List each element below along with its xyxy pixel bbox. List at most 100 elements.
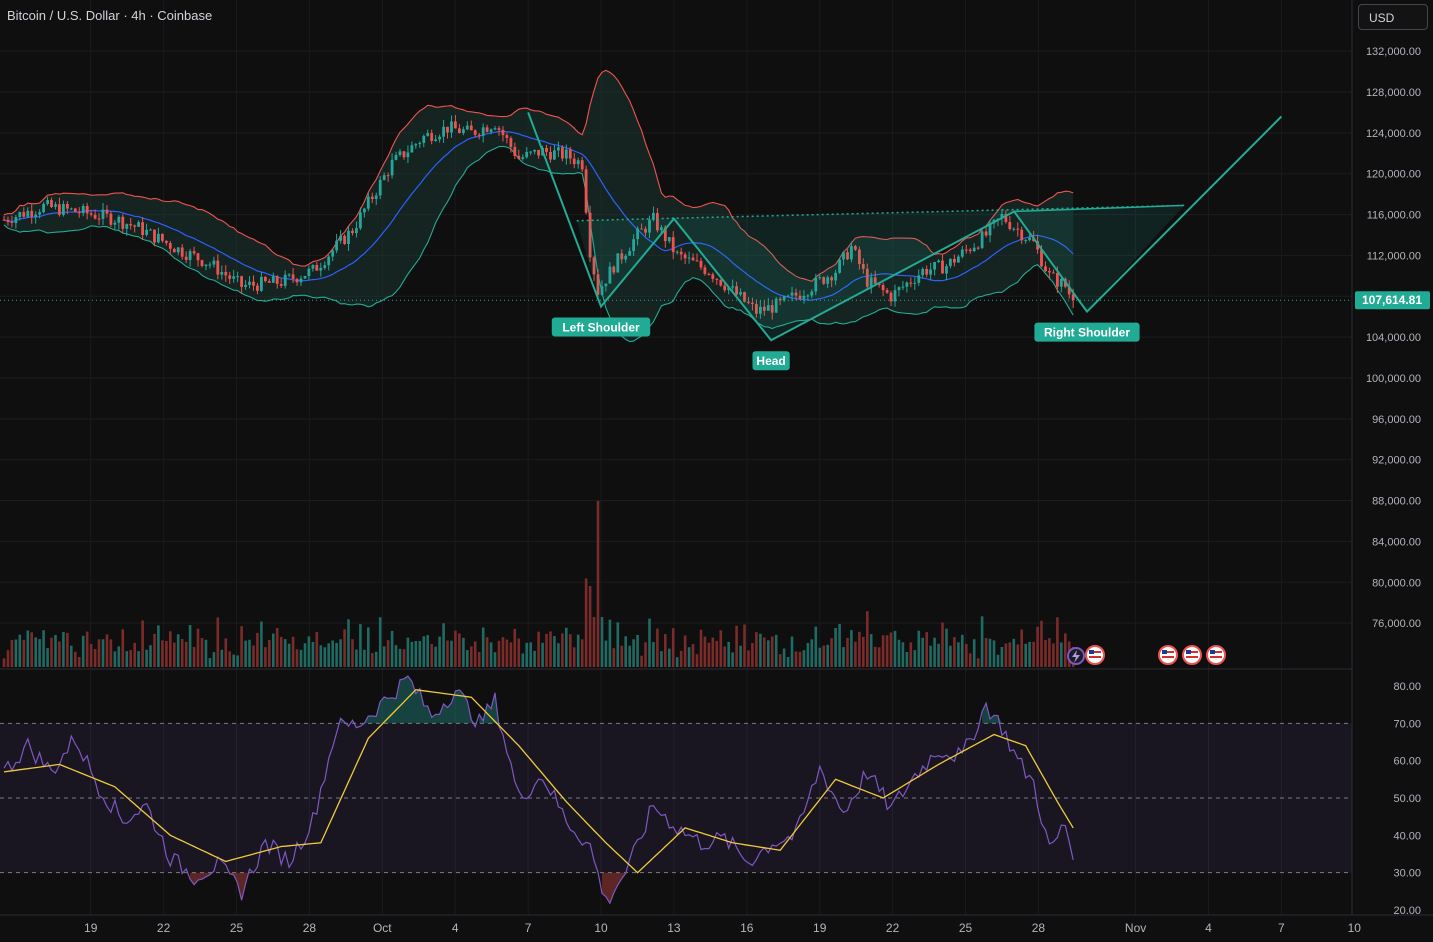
volume-bar [1020, 629, 1023, 667]
candle-body [984, 231, 988, 236]
volume-bar [790, 636, 794, 667]
candle-body [493, 128, 497, 130]
candle-body [93, 214, 97, 219]
candle-body [703, 267, 707, 274]
candle-body [366, 196, 370, 209]
volume-bar [454, 630, 457, 667]
candle-body [58, 204, 61, 215]
volume-bar [862, 637, 865, 667]
candle-body [299, 278, 303, 283]
volume-bar [656, 628, 659, 667]
us-flag-event-icon[interactable] [1085, 645, 1105, 665]
event-markers[interactable] [1067, 645, 1226, 665]
candle-body [137, 222, 140, 227]
volume-bar [77, 657, 81, 667]
candle-body [176, 247, 180, 253]
volume-bar [252, 645, 255, 667]
volume-bar [735, 625, 738, 667]
candle-body [893, 290, 897, 302]
volume-bar [1052, 643, 1055, 667]
volume-bar [22, 639, 26, 667]
volume-bar [854, 641, 857, 667]
volume-bar [180, 639, 184, 667]
volume-bar [830, 638, 833, 667]
candle-body [553, 150, 556, 160]
volume-bar [26, 630, 30, 667]
volume-bar [462, 637, 465, 667]
volume-bar [34, 637, 37, 667]
us-flag-event-icon[interactable] [1206, 645, 1226, 665]
candle-body [386, 175, 390, 177]
volume-bar [272, 633, 275, 667]
volume-bar [248, 639, 251, 667]
volume-bar [873, 646, 877, 667]
volume-bar [580, 639, 584, 667]
candle-body [370, 196, 374, 199]
flag-canton [1162, 650, 1167, 654]
volume-bar [414, 641, 418, 667]
right-shoulder-label: Right Shoulder [1044, 326, 1130, 340]
candle-body [454, 121, 457, 129]
time-axis[interactable]: 19 22 25 28 Oct 4 7 10 13 16 19 22 25 28 Nov 4 7 10 [0, 914, 1433, 935]
us-flag-event-icon[interactable] [1158, 645, 1178, 665]
price-chart[interactable]: Left Shoulder Head Right Shoulder 76,000.0… [0, 0, 1433, 942]
candle-body [267, 281, 271, 283]
candle-body [434, 139, 437, 141]
volume-bar [398, 648, 402, 667]
volume-bar [644, 642, 647, 667]
volume-bar [446, 640, 449, 667]
candle-body [885, 290, 889, 293]
volume-bar [668, 648, 671, 667]
flag-canton [1089, 650, 1094, 654]
price-axis[interactable]: 76,000.00 80,000.00 84,000.00 88,000.00 92,0… [1351, 0, 1433, 942]
volume-bar [14, 639, 18, 667]
time-tick-label: 4 [1205, 921, 1212, 935]
volume-bar [624, 636, 627, 667]
volume-bar [770, 636, 774, 667]
candle-body [438, 136, 441, 140]
volume-bar [256, 632, 259, 667]
volume-bar [184, 641, 188, 667]
candle-body [121, 216, 125, 229]
lightning-event-icon[interactable] [1067, 647, 1085, 665]
candle-body [707, 273, 711, 275]
volume-bar [786, 657, 790, 667]
volume-bar [228, 651, 231, 667]
volume-bar [422, 636, 426, 667]
volume-bar [30, 632, 33, 667]
symbol-title[interactable]: Bitcoin / U.S. Dollar · 4h · Coinbase [7, 8, 212, 23]
volume-bar [50, 637, 53, 667]
volume-bar [153, 633, 156, 667]
volume-bar [133, 642, 136, 667]
flag-stripe [1186, 656, 1198, 658]
candle-body [576, 160, 580, 165]
volume-bar [169, 631, 172, 667]
candle-body [81, 206, 85, 214]
candle-body [240, 276, 243, 287]
volume-bar [208, 658, 212, 667]
volume-bar [972, 639, 976, 667]
candle-body [533, 149, 536, 152]
volume-bar [204, 639, 208, 667]
volume-bar [877, 647, 881, 667]
candle-body [188, 251, 192, 260]
volume-bar [996, 654, 1000, 667]
us-flag-event-icon[interactable] [1182, 645, 1202, 665]
currency-button[interactable]: USD [1358, 4, 1428, 30]
candle-body [537, 149, 540, 156]
candle-body [1044, 266, 1047, 272]
volume-bar [565, 627, 568, 667]
candle-body [355, 228, 358, 234]
candle-body [378, 179, 382, 196]
volume-bar [458, 633, 461, 667]
volume-bar [553, 636, 556, 667]
volume-bar [283, 639, 287, 667]
volume-bar [576, 634, 580, 667]
volume-bar [343, 629, 346, 667]
candle-body [208, 264, 212, 266]
volume-bar [81, 635, 85, 667]
volume-bar [1008, 642, 1012, 667]
flag-ring [1206, 645, 1226, 665]
volume-bar [141, 620, 144, 667]
candle-body [699, 260, 703, 268]
